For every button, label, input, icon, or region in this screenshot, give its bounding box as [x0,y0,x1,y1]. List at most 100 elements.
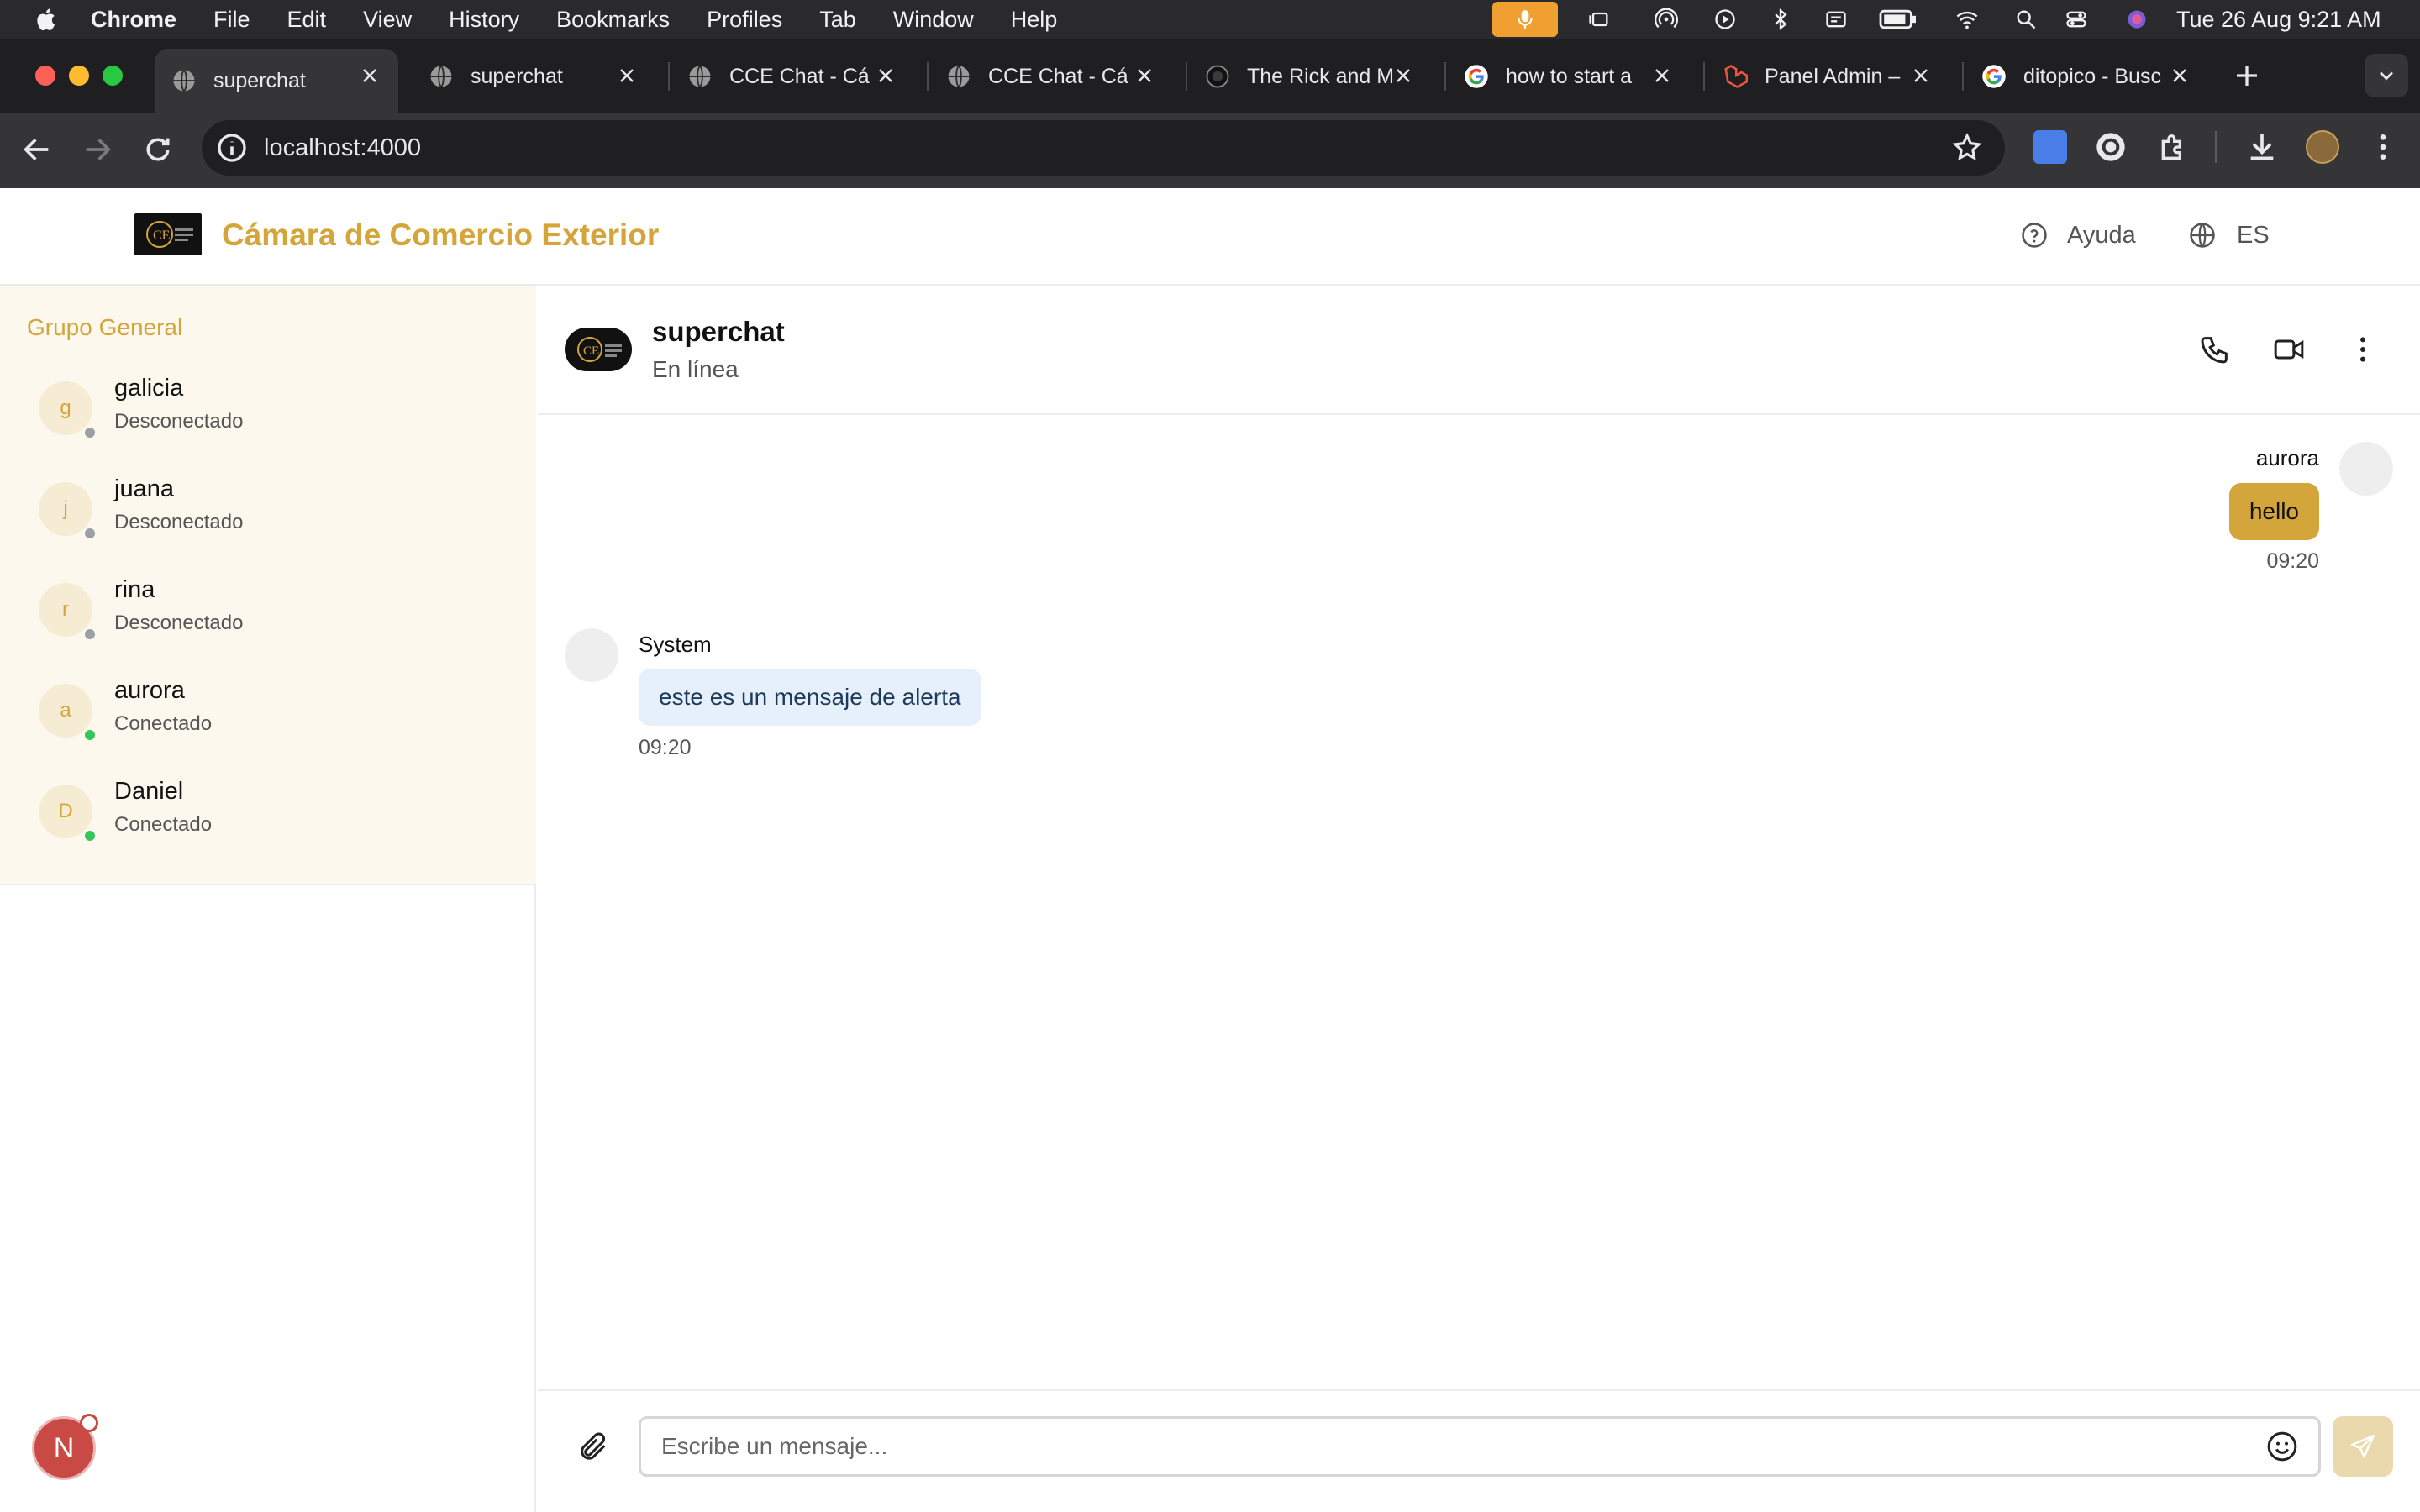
browser-tab[interactable]: CCE Chat - Cá [929,49,1173,104]
tab-title: Panel Admin – [1765,64,1901,88]
close-tab-icon[interactable] [1650,64,1674,87]
chat-title: superchat [652,316,785,347]
more-vertical-icon[interactable] [2346,333,2380,366]
online-status-dot [82,727,97,743]
message-sender: System [639,632,712,657]
member-status: Conectado [114,813,213,836]
play-icon[interactable] [1712,8,1738,31]
stage-manager-icon[interactable] [1586,8,1612,31]
chat-status: En línea [652,356,739,382]
microphone-icon[interactable] [1492,2,1558,37]
more-vertical-icon[interactable] [2366,130,2400,164]
display-icon[interactable] [1823,8,1849,31]
menu-bookmarks[interactable]: Bookmarks [556,7,670,33]
forward-arrow-icon[interactable] [81,133,114,166]
browser-tab[interactable]: superchat [412,49,655,104]
member-item-juana[interactable]: j juana Desconectado [0,460,534,561]
send-icon [2350,1434,2375,1458]
address-bar[interactable]: localhost:4000 [202,120,2005,176]
send-button[interactable] [2333,1416,2393,1477]
menubar-clock[interactable]: Tue 26 Aug 9:21 AM [2176,0,2381,39]
group-name[interactable]: Grupo General [27,314,182,341]
menu-edit[interactable]: Edit [287,7,327,33]
browser-tab[interactable]: CCE Chat - Cá [671,49,914,104]
video-call-icon[interactable] [2272,333,2306,366]
close-tab-icon[interactable] [358,64,381,87]
member-item-galicia[interactable]: g galicia Desconectado [0,360,534,460]
wifi-icon[interactable] [1954,8,1980,31]
back-arrow-icon[interactable] [20,133,54,166]
grammarly-icon[interactable] [2094,130,2128,164]
close-tab-icon[interactable] [615,64,639,87]
tab-title: how to start a [1506,64,1633,88]
spotlight-icon[interactable] [2013,8,2039,31]
google-translate-icon[interactable] [2033,130,2067,164]
close-tab-icon[interactable] [2168,64,2191,87]
phone-call-icon[interactable] [2198,333,2232,366]
siri-icon[interactable] [2124,8,2149,31]
close-tab-icon[interactable] [874,64,897,87]
close-tab-icon[interactable] [1392,64,1415,87]
member-item-daniel[interactable]: D Daniel Conectado [0,763,534,864]
bookmark-star-icon[interactable] [1951,132,1983,164]
browser-tab-active[interactable]: superchat [155,49,398,113]
member-item-aurora[interactable]: a aurora Conectado [0,662,534,763]
menu-help[interactable]: Help [1011,7,1058,33]
tab-search-button[interactable] [2365,54,2408,97]
globe-icon [173,69,195,92]
globe-icon [430,65,452,88]
profile-avatar[interactable] [2306,130,2339,164]
google-icon [1465,65,1488,88]
offline-status-dot [82,627,97,642]
emoji-icon[interactable] [2265,1430,2299,1463]
tab-title: CCE Chat - Cá [988,64,1128,88]
globe-icon [689,65,711,88]
member-name: juana [114,475,174,502]
help-label: Ayuda [2067,221,2136,249]
apple-logo-icon[interactable] [34,6,60,33]
new-tab-icon[interactable] [2232,60,2262,91]
close-tab-icon[interactable] [1909,64,1933,87]
menu-app-chrome[interactable]: Chrome [91,7,176,33]
online-status-dot [82,828,97,843]
menu-file[interactable]: File [213,7,250,33]
google-icon [1982,65,2006,88]
language-label: ES [2237,221,2270,249]
bluetooth-icon[interactable] [1768,8,1793,31]
tab-title: superchat [213,68,306,92]
site-info-icon[interactable] [215,131,249,165]
browser-tab[interactable]: ditopico - Busc [1965,49,2208,104]
message-bubble-system[interactable]: este es un mensaje de alerta [639,669,981,726]
cce-logo[interactable]: CE [134,213,202,255]
battery-icon[interactable] [1879,8,1918,31]
browser-tab[interactable]: how to start a [1447,49,1691,104]
paperclip-icon[interactable] [576,1430,610,1463]
help-button[interactable]: Ayuda [2020,215,2136,255]
browser-tab[interactable]: The Rick and M [1188,49,1432,104]
menu-view[interactable]: View [363,7,412,33]
member-name: aurora [114,677,185,704]
window-close-button[interactable] [35,66,55,86]
window-zoom-button[interactable] [103,66,123,86]
extensions-puzzle-icon[interactable] [2156,130,2190,164]
url-text[interactable]: localhost:4000 [264,120,421,176]
menu-window[interactable]: Window [893,7,974,33]
message-input[interactable] [639,1416,2321,1477]
control-center-icon[interactable] [2064,8,2089,31]
member-status: Desconectado [114,511,244,533]
reload-icon[interactable] [141,133,175,166]
airdrop-icon[interactable] [1654,8,1679,31]
download-icon[interactable] [2245,130,2279,164]
offline-status-dot [82,425,97,440]
message-bubble-own[interactable]: hello [2228,483,2319,540]
member-item-rina[interactable]: r rina Desconectado [0,561,534,662]
menu-tab[interactable]: Tab [819,7,856,33]
current-user-avatar[interactable]: N [32,1414,98,1480]
language-selector[interactable]: ES [2188,215,2270,255]
menu-history[interactable]: History [449,7,519,33]
tab-title: ditopico - Busc [2023,64,2161,88]
close-tab-icon[interactable] [1133,64,1156,87]
window-minimize-button[interactable] [69,66,89,86]
menu-profiles[interactable]: Profiles [707,7,782,33]
browser-tab[interactable]: Panel Admin – [1706,49,1949,104]
